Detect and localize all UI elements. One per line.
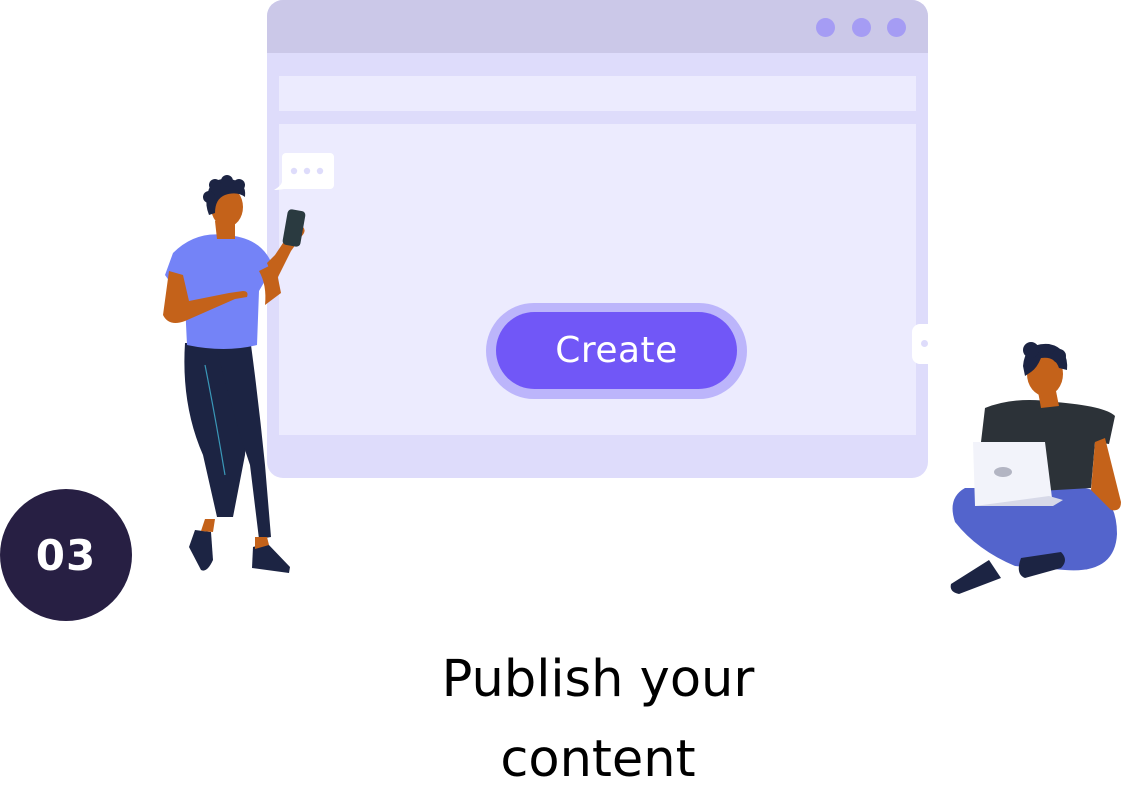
side-tab-decoration <box>912 324 930 364</box>
browser-header <box>267 0 928 53</box>
create-button[interactable]: Create <box>496 312 737 389</box>
sitting-person-illustration <box>950 342 1121 594</box>
address-bar-placeholder <box>279 76 916 111</box>
standing-person-illustration <box>163 175 306 573</box>
step-number-badge: 03 <box>0 489 132 621</box>
step-caption: Publish your content <box>441 650 755 789</box>
window-control-dot-icon <box>816 18 835 37</box>
browser-window-illustration <box>267 0 928 478</box>
window-control-dot-icon <box>887 18 906 37</box>
window-control-dot-icon <box>852 18 871 37</box>
